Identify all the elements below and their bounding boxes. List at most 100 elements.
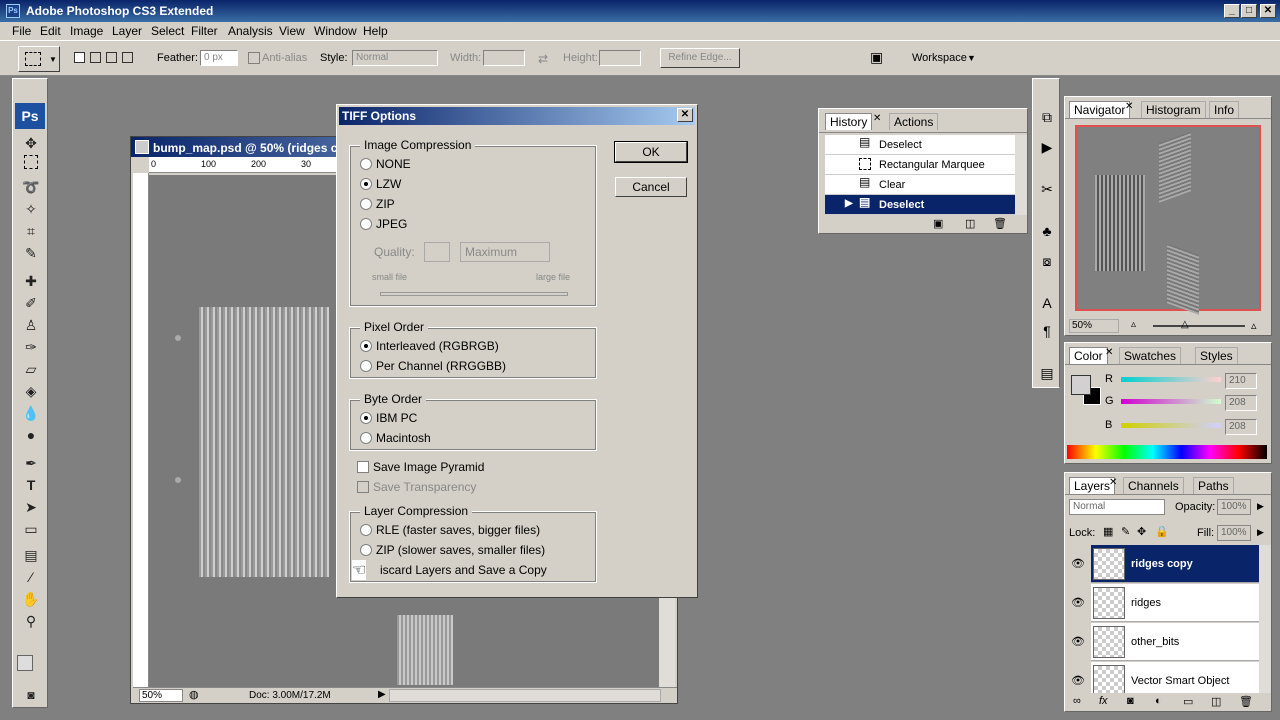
tab-paths[interactable]: Paths [1193, 477, 1234, 494]
tab-styles[interactable]: Styles [1195, 347, 1238, 364]
radio-jpeg[interactable] [360, 218, 372, 230]
save-pyramid-checkbox[interactable] [357, 461, 369, 473]
layers-scrollbar[interactable] [1259, 545, 1271, 693]
layer-style-icon[interactable]: fx [1099, 695, 1108, 707]
blur-tool-icon[interactable]: 💧 [21, 403, 41, 423]
horizontal-scrollbar[interactable] [389, 689, 661, 702]
tab-channels[interactable]: Channels [1123, 477, 1184, 494]
radio-none[interactable] [360, 158, 372, 170]
close-icon[interactable]: ✕ [873, 113, 881, 124]
slider-thumb-icon[interactable]: △ [1181, 319, 1189, 330]
menu-analysis[interactable]: Analysis [228, 24, 273, 38]
radio-macintosh[interactable] [360, 432, 372, 444]
layer-row[interactable]: ridges copy [1091, 545, 1259, 583]
layer-row[interactable]: ridges [1091, 584, 1259, 622]
tab-info[interactable]: Info [1209, 101, 1240, 118]
menu-window[interactable]: Window [314, 24, 357, 38]
minimize-button[interactable]: _ [1224, 4, 1240, 18]
clone-source-icon[interactable]: ⧇ [1037, 251, 1057, 271]
tab-color[interactable]: Color [1069, 347, 1108, 364]
menu-view[interactable]: View [279, 24, 305, 38]
tool-preset-picker[interactable]: ▼ [18, 46, 60, 72]
path-selection-icon[interactable]: ➤ [21, 497, 41, 517]
zoom-field[interactable]: 50% [139, 689, 183, 702]
new-group-icon[interactable]: ▭ [1183, 695, 1193, 708]
close-icon[interactable]: ✕ [1125, 101, 1133, 112]
navigator-zoom-field[interactable]: 50% [1069, 319, 1119, 333]
shape-tool-icon[interactable]: ▭ [21, 519, 41, 539]
channel-b-slider[interactable] [1121, 423, 1221, 428]
intersect-selection-icon[interactable] [122, 52, 133, 63]
channel-b-value[interactable]: 208 [1225, 419, 1257, 435]
tab-navigator[interactable]: Navigator [1069, 101, 1131, 118]
bridge-icon[interactable]: ▣ [870, 49, 883, 66]
fill-input[interactable]: 100% [1217, 525, 1251, 541]
trash-icon[interactable]: 🗑 [993, 217, 1007, 230]
feather-input[interactable]: 0 px [200, 50, 238, 66]
history-item[interactable]: ▤ Deselect [825, 135, 1015, 155]
type-tool-icon[interactable]: T [21, 475, 41, 495]
radio-lzw[interactable] [360, 178, 372, 190]
channel-r-value[interactable]: 210 [1225, 373, 1257, 389]
tab-histogram[interactable]: Histogram [1141, 101, 1206, 118]
lock-paint-icon[interactable]: ✎ [1121, 525, 1130, 538]
radio-zip-layers[interactable] [360, 544, 372, 556]
antialias-checkbox[interactable] [248, 52, 260, 64]
tab-history[interactable]: History [825, 113, 873, 130]
close-icon[interactable]: ✕ [1109, 477, 1117, 488]
clone-stamp-icon[interactable]: ♙ [21, 315, 41, 335]
zoom-out-icon[interactable]: ▵ [1131, 319, 1136, 330]
hand-tool-icon[interactable]: ✋ [21, 589, 41, 609]
quality-select[interactable]: Maximum [460, 242, 550, 262]
layer-comps-icon[interactable]: ⧉ [1037, 107, 1057, 127]
history-item[interactable]: Rectangular Marquee [825, 155, 1015, 175]
lock-transparent-icon[interactable]: ▦ [1103, 525, 1113, 538]
eraser-tool-icon[interactable]: ▱ [21, 359, 41, 379]
menu-help[interactable]: Help [363, 24, 388, 38]
eyedropper-icon[interactable]: ⁄ [21, 567, 41, 587]
radio-rle[interactable] [360, 524, 372, 536]
save-transparency-checkbox[interactable] [357, 481, 369, 493]
tab-actions[interactable]: Actions [889, 113, 939, 130]
lock-all-icon[interactable]: 🔒 [1155, 525, 1169, 538]
quick-mask-icon[interactable]: ◙ [21, 685, 41, 705]
channel-r-slider[interactable] [1121, 377, 1221, 382]
swap-icon[interactable]: ⇄ [538, 52, 548, 66]
workspace-button[interactable]: Workspace [912, 52, 967, 64]
add-selection-icon[interactable] [90, 52, 101, 63]
new-document-from-state-icon[interactable]: ▣ [933, 217, 943, 230]
snapshot-icon[interactable]: ◫ [965, 217, 975, 230]
history-item-selected[interactable]: ▶ ▤ Deselect [825, 195, 1015, 215]
lasso-tool-icon[interactable]: ➰ [21, 177, 41, 197]
layer-row[interactable]: other_bits [1091, 623, 1259, 661]
crop-tool-icon[interactable]: ⌗ [21, 221, 41, 241]
healing-brush-icon[interactable]: ✚ [21, 271, 41, 291]
quality-input[interactable] [424, 242, 450, 262]
radio-interleaved[interactable] [360, 340, 372, 352]
magic-wand-icon[interactable]: ✧ [21, 199, 41, 219]
blend-mode-select[interactable]: Normal [1069, 499, 1165, 515]
radio-per-channel[interactable] [360, 360, 372, 372]
dodge-tool-icon[interactable]: ● [21, 425, 41, 445]
notes-tool-icon[interactable]: ▤ [21, 545, 41, 565]
paint-bucket-icon[interactable]: ◈ [21, 381, 41, 401]
foreground-color-swatch[interactable] [17, 655, 33, 671]
style-select[interactable]: Normal [352, 50, 438, 66]
close-icon[interactable]: ✕ [1105, 347, 1113, 358]
history-scrollbar[interactable] [1015, 135, 1027, 215]
subtract-selection-icon[interactable] [106, 52, 117, 63]
radio-zip[interactable] [360, 198, 372, 210]
history-item[interactable]: ▤ Clear [825, 175, 1015, 195]
lock-move-icon[interactable]: ✥ [1137, 525, 1146, 538]
close-button[interactable]: ✕ [1260, 4, 1276, 18]
width-input[interactable] [483, 50, 525, 66]
menu-file[interactable]: File [12, 24, 31, 38]
link-layers-icon[interactable]: ∞ [1073, 695, 1081, 707]
dialog-close-icon[interactable]: ✕ [677, 108, 693, 122]
color-spectrum-bar[interactable] [1067, 445, 1267, 459]
status-icon[interactable]: ◍ [189, 688, 199, 701]
zoom-tool-icon[interactable]: ⚲ [21, 611, 41, 631]
character-icon[interactable]: A [1037, 293, 1057, 313]
animation-icon[interactable]: ▶ [1037, 137, 1057, 157]
notes-icon[interactable]: ▤ [1037, 363, 1057, 383]
